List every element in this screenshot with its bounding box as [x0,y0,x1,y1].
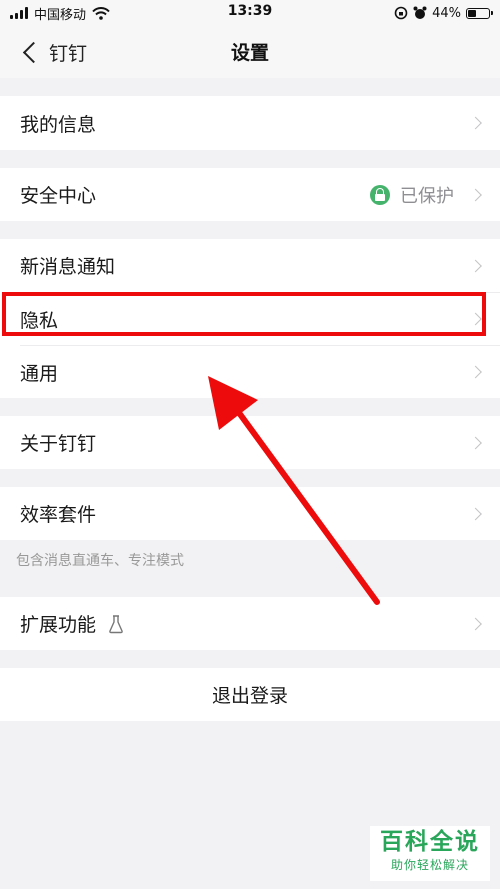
chevron-right-icon [469,116,482,130]
settings-row-privacy[interactable]: 隐私 [0,293,500,345]
watermark-title: 百科全说 [380,829,480,855]
row-label: 关于钉钉 [20,433,97,455]
settings-row-general[interactable]: 通用 [0,346,500,398]
settings-row-extensions[interactable]: 扩展功能 [0,597,500,650]
rotation-lock-icon [394,6,408,20]
watermark-logo: 百科全说 助你轻松解决 [370,826,490,881]
lock-icon [370,184,390,205]
settings-row-security-center[interactable]: 安全中心 已保护 [0,168,500,221]
settings-group-notifications: 新消息通知 隐私 通用 [0,239,500,398]
settings-row-notifications[interactable]: 新消息通知 [0,239,500,292]
row-label-wrap: 扩展功能 [20,597,124,650]
row-label: 新消息通知 [20,256,116,278]
row-label: 隐私 [20,309,59,332]
row-label: 安全中心 [20,185,97,207]
settings-row-about[interactable]: 关于钉钉 [0,416,500,469]
battery-fill [468,9,476,17]
navigation-bar: 钉钉 设置 [0,26,500,78]
row-label: 扩展功能 [20,614,97,636]
settings-row-my-info[interactable]: 我的信息 [0,96,500,150]
chevron-right-icon [469,259,482,272]
status-right: 44% [394,4,493,22]
efficiency-caption: 包含消息直通车、专注模式 [16,553,184,569]
security-status-label: 已保护 [400,185,454,207]
flask-icon [109,614,123,633]
security-status: 已保护 [370,168,454,221]
battery-icon [466,7,493,19]
chevron-right-icon [469,617,482,630]
row-label: 通用 [20,362,59,385]
chevron-right-icon [469,188,482,201]
alarm-icon [413,6,427,19]
row-label: 效率套件 [20,504,97,526]
status-bar: 中国移动 13:39 44% [0,0,500,26]
settings-row-efficiency-suite[interactable]: 效率套件 [0,487,500,540]
logout-label: 退出登录 [211,685,288,707]
watermark-subtitle: 助你轻松解决 [390,858,469,872]
chevron-right-icon [469,365,482,379]
battery-percent: 44% [432,5,461,21]
chevron-right-icon [469,312,482,326]
logout-button[interactable]: 退出登录 [0,668,500,721]
page-title: 设置 [230,42,269,64]
row-label: 我的信息 [20,113,97,136]
chevron-right-icon [469,507,482,520]
chevron-right-icon [469,436,482,449]
